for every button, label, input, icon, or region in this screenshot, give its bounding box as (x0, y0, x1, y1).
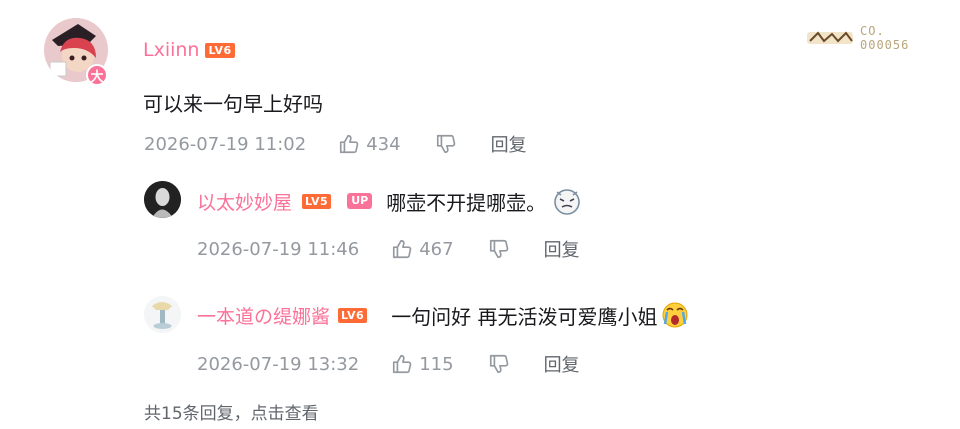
like-icon[interactable] (391, 238, 413, 260)
reply-level-badge: LV5 (302, 193, 332, 209)
decoration-card[interactable]: CO. 000056 (806, 24, 909, 52)
view-all-replies-link[interactable]: 共15条回复，点击查看 (144, 399, 319, 424)
reply-username[interactable]: 以太妙妙屋 (197, 188, 292, 215)
reply-username[interactable]: 一本道の缇娜酱 (197, 302, 330, 329)
username[interactable]: Lxiinn (143, 39, 199, 61)
like-count: 434 (366, 133, 401, 155)
speechless-emoji-icon (554, 189, 580, 215)
reply-line: 一本道の缇娜酱 LV6 一句问好 再无活泼可爱鹰小姐 (197, 300, 690, 330)
reply-meta: 2026-07-19 11:46 467 回复 (197, 236, 580, 262)
decoration-icon (807, 31, 853, 44)
comment-meta: 2026-07-19 11:02 434 回复 (144, 131, 527, 157)
dislike-icon[interactable] (488, 353, 510, 375)
comment-time: 2026-07-19 11:02 (144, 133, 307, 155)
dislike-icon[interactable] (435, 133, 457, 155)
level-badge: LV6 (205, 42, 235, 58)
like-count: 115 (419, 353, 454, 375)
avatar-badge: 大 (86, 64, 108, 86)
avatar-badge-text: 大 (90, 69, 104, 85)
reply-avatar-image (144, 296, 181, 333)
reply-text: 一句问好 再无活泼可爱鹰小姐 (391, 304, 658, 329)
comment-text: 可以来一句早上好吗 (143, 92, 323, 116)
reply-time: 2026-07-19 13:32 (197, 353, 360, 375)
up-badge: UP (347, 193, 373, 209)
like-icon[interactable] (338, 133, 360, 155)
dislike-icon[interactable] (488, 238, 510, 260)
comment-header: Lxiinn LV6 (143, 39, 235, 61)
decoration-prefix: CO. (860, 24, 885, 38)
reply-button[interactable]: 回复 (544, 236, 580, 262)
reply-meta: 2026-07-19 13:32 115 回复 (197, 351, 580, 377)
reply-avatar[interactable] (144, 296, 181, 333)
reply-time: 2026-07-19 11:46 (197, 238, 360, 260)
reply-avatar-image (144, 181, 181, 218)
like-count: 467 (419, 238, 454, 260)
reply-avatar[interactable] (144, 181, 181, 218)
reply-line: 以太妙妙屋 LV5 UP 哪壶不开提哪壶。 (197, 186, 582, 216)
reply-text: 哪壶不开提哪壶。 (386, 190, 547, 215)
reply-button[interactable]: 回复 (544, 351, 580, 377)
like-icon[interactable] (391, 353, 413, 375)
reply-button[interactable]: 回复 (491, 131, 527, 157)
crying-emoji-icon (662, 302, 688, 328)
decoration-number: 000056 (860, 38, 910, 52)
reply-level-badge: LV6 (338, 307, 368, 323)
